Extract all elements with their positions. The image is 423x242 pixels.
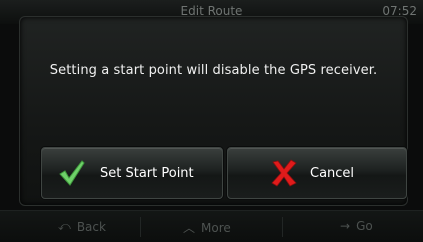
more-button[interactable]: ︿ More — [183, 219, 231, 236]
divider — [140, 217, 141, 237]
x-icon — [271, 159, 297, 187]
set-start-point-button[interactable]: Set Start Point — [41, 147, 223, 199]
checkmark-icon — [59, 160, 85, 186]
set-start-point-label: Set Start Point — [100, 165, 194, 181]
dialog-message: Setting a start point will disable the G… — [49, 63, 378, 78]
right-arrow-icon: → — [340, 219, 351, 233]
more-label: More — [201, 220, 231, 235]
divider — [282, 217, 283, 237]
go-label: Go — [356, 219, 373, 233]
confirm-dialog: Setting a start point will disable the G… — [19, 16, 408, 206]
cancel-button[interactable]: Cancel — [227, 147, 407, 199]
bottom-bar: ⤺ Back ︿ More → Go — [0, 210, 423, 242]
back-button[interactable]: ⤺ Back — [58, 219, 106, 234]
back-arrow-icon: ⤺ — [58, 219, 71, 233]
chevron-up-icon: ︿ — [183, 221, 196, 235]
go-button[interactable]: → Go — [340, 219, 373, 233]
back-label: Back — [76, 219, 106, 234]
cancel-label: Cancel — [310, 165, 355, 181]
